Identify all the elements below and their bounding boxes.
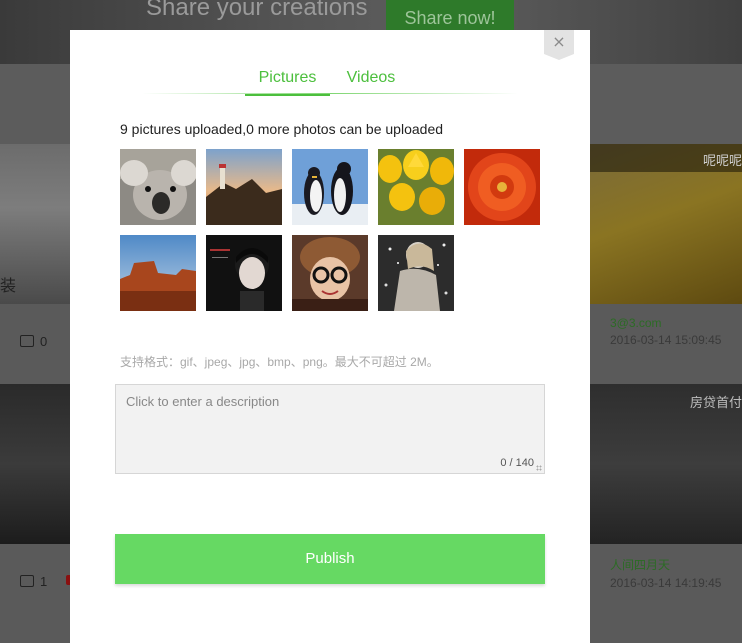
- portrait-woman-photo[interactable]: [206, 235, 282, 311]
- resize-handle-icon[interactable]: [536, 465, 542, 471]
- penguins-photo[interactable]: [292, 149, 368, 225]
- koala-photo[interactable]: [120, 149, 196, 225]
- lighthouse-sunset-photo[interactable]: [206, 149, 282, 225]
- card-user: 人间四月天: [610, 558, 671, 572]
- desert-butte-photo[interactable]: [120, 235, 196, 311]
- tab-pictures[interactable]: Pictures: [245, 66, 330, 96]
- woman-glitter-photo[interactable]: [378, 235, 454, 311]
- close-button[interactable]: ×: [544, 30, 574, 60]
- media-tabs: Pictures Videos: [70, 66, 590, 96]
- card-meta: 人间四月天 2016-03-14 14:19:45: [610, 556, 721, 590]
- card-image: [0, 384, 70, 544]
- card-image-label: 装: [0, 278, 17, 295]
- share-now-button: Share now!: [386, 0, 514, 32]
- card-caption: 呢呢呢: [702, 153, 742, 168]
- comment-icon: [20, 335, 34, 347]
- card-user: 3@3.com: [610, 316, 662, 330]
- comment-count: 1: [40, 574, 48, 589]
- card-meta: 3@3.com 2016-03-14 15:09:45: [610, 316, 721, 347]
- red-chrysanthemum-photo[interactable]: [464, 149, 540, 225]
- upload-status: 9 pictures uploaded,0 more photos can be…: [120, 121, 444, 137]
- comment-icon: [20, 575, 34, 587]
- girl-glasses-photo[interactable]: [292, 235, 368, 311]
- format-note: 支持格式：gif、jpeg、jpg、bmp、png。最大不可超过 2M。: [120, 355, 439, 369]
- publish-button[interactable]: Publish: [115, 534, 545, 584]
- comment-count: 0: [40, 334, 48, 349]
- description-input[interactable]: [116, 385, 544, 473]
- description-box: 0 / 140: [115, 384, 545, 474]
- close-icon: ×: [552, 32, 566, 51]
- card-time: 2016-03-14 15:09:45: [610, 333, 722, 347]
- char-counter: 0 / 140: [500, 457, 534, 469]
- yellow-tulips-photo[interactable]: [378, 149, 454, 225]
- tab-divider: [142, 93, 518, 94]
- tab-videos[interactable]: Videos: [336, 66, 406, 94]
- upload-modal: × Pictures Videos 9 pictures uploaded,0 …: [70, 30, 590, 643]
- card-caption: 房贷首付: [689, 395, 742, 410]
- card-comments: 0: [20, 334, 47, 349]
- card-time: 2016-03-14 14:19:45: [610, 576, 722, 590]
- banner-text: Share your creations: [146, 0, 368, 21]
- card-comments: 1: [20, 574, 47, 589]
